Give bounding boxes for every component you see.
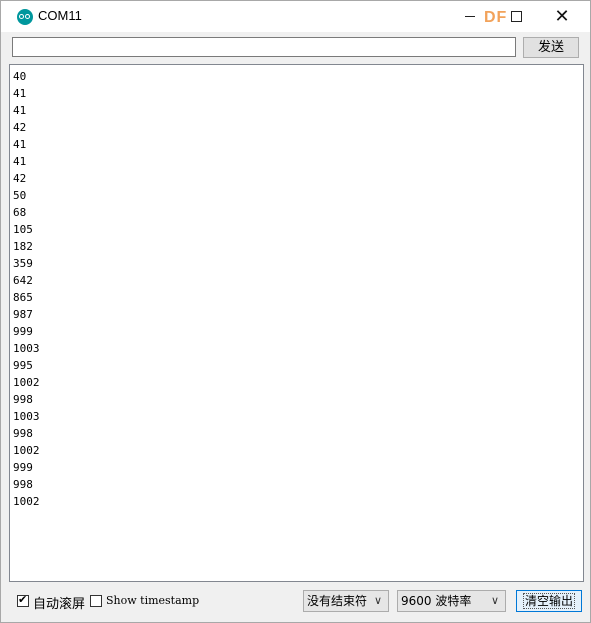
serial-monitor-window: COM11 DF ✕ 发送 40 41 41 42 41 41 42 50 68 105 182 35… [0, 0, 591, 623]
output-line: 998 [13, 478, 33, 491]
output-line: 105 [13, 223, 33, 236]
serial-output-area[interactable]: 40 41 41 42 41 41 42 50 68 105 182 359 642 865 987 999 1… [9, 64, 584, 582]
output-line: 642 [13, 274, 33, 287]
minimize-icon [465, 15, 475, 17]
line-ending-select[interactable]: 没有结束符 ∨ [303, 590, 389, 612]
chevron-down-icon: ∨ [373, 594, 382, 607]
output-lines: 40 41 41 42 41 41 42 50 68 105 182 359 642 865 987 999 1… [13, 68, 40, 510]
output-line: 995 [13, 359, 33, 372]
output-line: 1002 [13, 444, 40, 457]
output-line: 865 [13, 291, 33, 304]
baud-rate-value: 9600 波特率 [401, 594, 472, 608]
output-line: 1003 [13, 410, 40, 423]
output-line: 998 [13, 393, 33, 406]
output-line: 987 [13, 308, 33, 321]
output-line: 41 [13, 87, 27, 100]
autoscroll-checkbox[interactable] [17, 593, 29, 607]
output-line: 998 [13, 427, 33, 440]
output-line: 42 [13, 172, 27, 185]
output-line: 1002 [13, 376, 40, 389]
arduino-logo-icon [17, 9, 33, 25]
output-line: 41 [13, 155, 27, 168]
title-bar[interactable]: COM11 DF ✕ [1, 1, 590, 32]
send-input[interactable] [12, 37, 516, 57]
baud-rate-select[interactable]: 9600 波特率 ∨ [397, 590, 506, 612]
output-line: 41 [13, 138, 27, 151]
clear-output-button[interactable]: 清空输出 [516, 590, 582, 612]
clear-output-label: 清空输出 [522, 593, 575, 609]
window-title: COM11 [38, 8, 82, 23]
send-button[interactable]: 发送 [523, 37, 579, 58]
output-line: 1003 [13, 342, 40, 355]
output-line: 42 [13, 121, 27, 134]
line-ending-value: 没有结束符 [307, 594, 368, 608]
close-icon: ✕ [554, 6, 570, 27]
timestamp-checkbox[interactable] [90, 595, 102, 607]
output-line: 50 [13, 189, 27, 202]
autoscroll-label[interactable]: 自动滚屏 [33, 593, 85, 612]
maximize-icon [510, 10, 522, 22]
output-line: 999 [13, 461, 33, 474]
output-line: 40 [13, 70, 27, 83]
output-line: 41 [13, 104, 27, 117]
output-line: 999 [13, 325, 33, 338]
output-line: 182 [13, 240, 33, 253]
output-line: 359 [13, 257, 33, 270]
timestamp-label[interactable]: Show timestamp [106, 594, 199, 607]
output-line: 68 [13, 206, 27, 219]
maximize-button[interactable] [493, 1, 539, 32]
output-line: 1002 [13, 495, 40, 508]
chevron-down-icon: ∨ [490, 594, 499, 607]
close-button[interactable]: ✕ [539, 1, 585, 32]
footer-bar: 自动滚屏 Show timestamp 没有结束符 ∨ 9600 波特率 ∨ 清… [1, 586, 590, 616]
minimize-button[interactable] [447, 1, 493, 32]
